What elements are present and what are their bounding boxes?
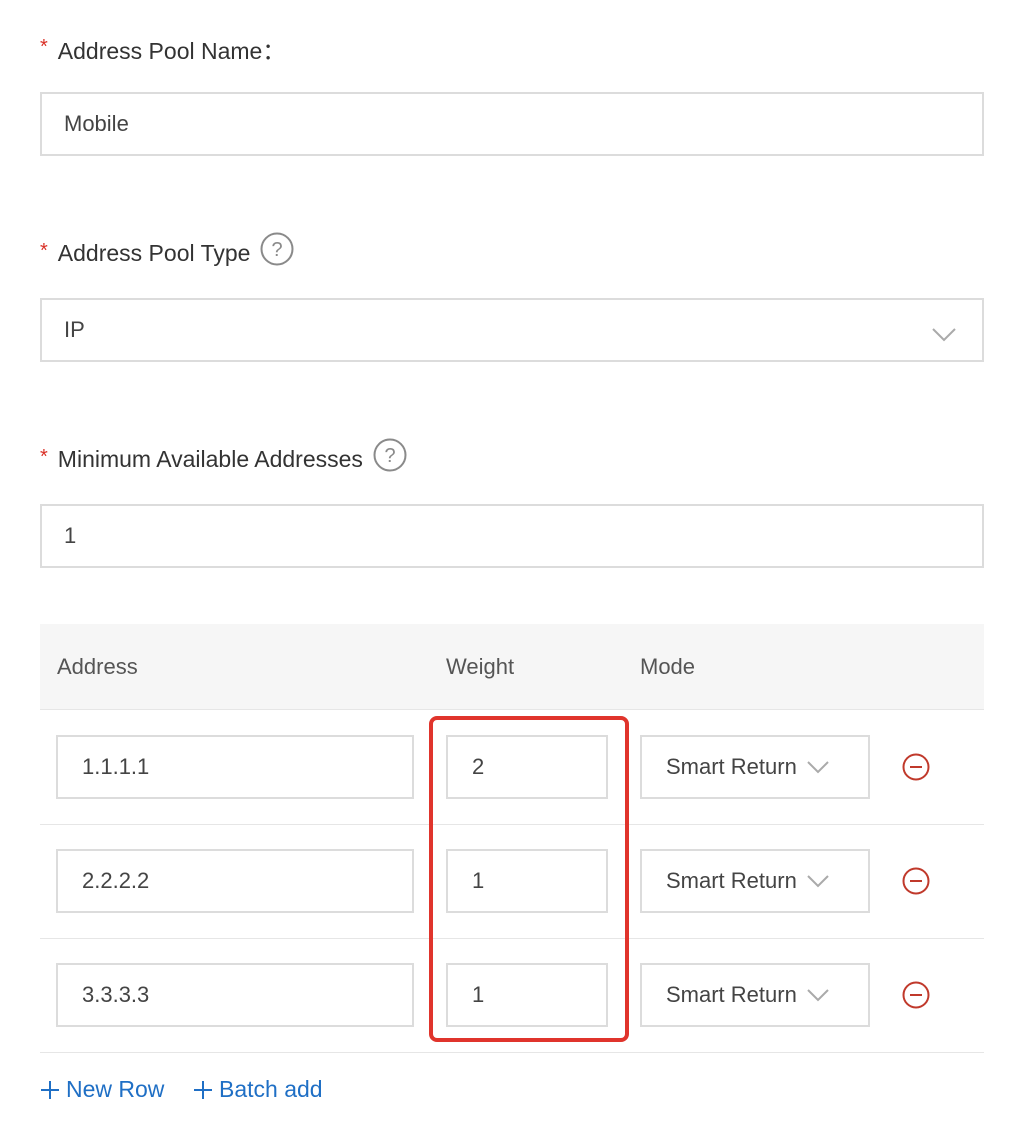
address-table-header: Address Weight Mode bbox=[40, 624, 984, 710]
chevron-down-icon bbox=[807, 874, 829, 888]
pool-name-value: Mobile bbox=[64, 111, 129, 136]
weight-input[interactable]: 1 bbox=[446, 849, 608, 913]
min-addresses-label: * Minimum Available Addresses ? bbox=[40, 438, 407, 476]
minus-circle-icon[interactable] bbox=[902, 753, 930, 781]
mode-select[interactable]: Smart Return bbox=[640, 963, 870, 1027]
table-row: 2.2.2.2 1 Smart Return bbox=[40, 825, 984, 939]
address-value: 3.3.3.3 bbox=[82, 982, 150, 1007]
min-addresses-input[interactable]: 1 bbox=[40, 504, 984, 568]
weight-input[interactable]: 2 bbox=[446, 735, 608, 799]
min-addresses-label-text: Minimum Available Addresses bbox=[57, 445, 363, 472]
table-row: 3.3.3.3 1 Smart Return bbox=[40, 939, 984, 1053]
weight-value: 2 bbox=[472, 754, 485, 779]
pool-type-select[interactable]: IP bbox=[40, 298, 984, 362]
chevron-down-icon bbox=[807, 760, 829, 774]
table-row: 1.1.1.1 2 Smart Return bbox=[40, 711, 984, 825]
new-row-label: New Row bbox=[66, 1076, 165, 1102]
mode-value: Smart Return bbox=[666, 754, 797, 779]
batch-add-button[interactable]: Batch add bbox=[193, 1076, 323, 1103]
new-row-button[interactable]: New Row bbox=[40, 1076, 164, 1103]
mode-select[interactable]: Smart Return bbox=[640, 849, 870, 913]
mode-value: Smart Return bbox=[666, 982, 797, 1007]
mode-select[interactable]: Smart Return bbox=[640, 735, 870, 799]
pool-type-value: IP bbox=[64, 317, 85, 342]
required-mark: * bbox=[40, 239, 48, 262]
pool-type-label-text: Address Pool Type bbox=[57, 239, 251, 266]
svg-text:?: ? bbox=[272, 239, 283, 261]
required-mark: * bbox=[40, 445, 48, 468]
weight-input[interactable]: 1 bbox=[446, 963, 608, 1027]
pool-name-input[interactable]: Mobile bbox=[40, 92, 984, 156]
pool-type-label: * Address Pool Type ? bbox=[40, 232, 294, 270]
chevron-down-icon bbox=[807, 988, 829, 1002]
batch-add-label: Batch add bbox=[219, 1076, 323, 1102]
weight-value: 1 bbox=[472, 868, 485, 893]
required-mark: * bbox=[40, 35, 48, 58]
chevron-down-icon bbox=[932, 322, 956, 348]
mode-value: Smart Return bbox=[666, 868, 797, 893]
question-circle-icon[interactable]: ? bbox=[260, 232, 294, 266]
column-header-address: Address bbox=[57, 654, 138, 679]
question-circle-icon[interactable]: ? bbox=[373, 438, 407, 472]
minus-circle-icon[interactable] bbox=[902, 867, 930, 895]
column-header-mode: Mode bbox=[640, 654, 696, 679]
address-input[interactable]: 2.2.2.2 bbox=[56, 849, 414, 913]
svg-text:?: ? bbox=[384, 445, 395, 467]
weight-value: 1 bbox=[472, 982, 485, 1007]
column-header-weight: Weight bbox=[446, 654, 515, 679]
address-input[interactable]: 1.1.1.1 bbox=[56, 735, 414, 799]
pool-name-label-text: Address Pool Name： bbox=[57, 38, 286, 64]
minus-circle-icon[interactable] bbox=[902, 981, 930, 1009]
address-value: 1.1.1.1 bbox=[82, 754, 150, 779]
plus-icon bbox=[40, 1080, 60, 1100]
min-addresses-value: 1 bbox=[64, 523, 77, 548]
plus-icon bbox=[193, 1080, 213, 1100]
address-value: 2.2.2.2 bbox=[82, 868, 150, 893]
address-input[interactable]: 3.3.3.3 bbox=[56, 963, 414, 1027]
pool-name-label: * Address Pool Name： bbox=[40, 32, 285, 66]
